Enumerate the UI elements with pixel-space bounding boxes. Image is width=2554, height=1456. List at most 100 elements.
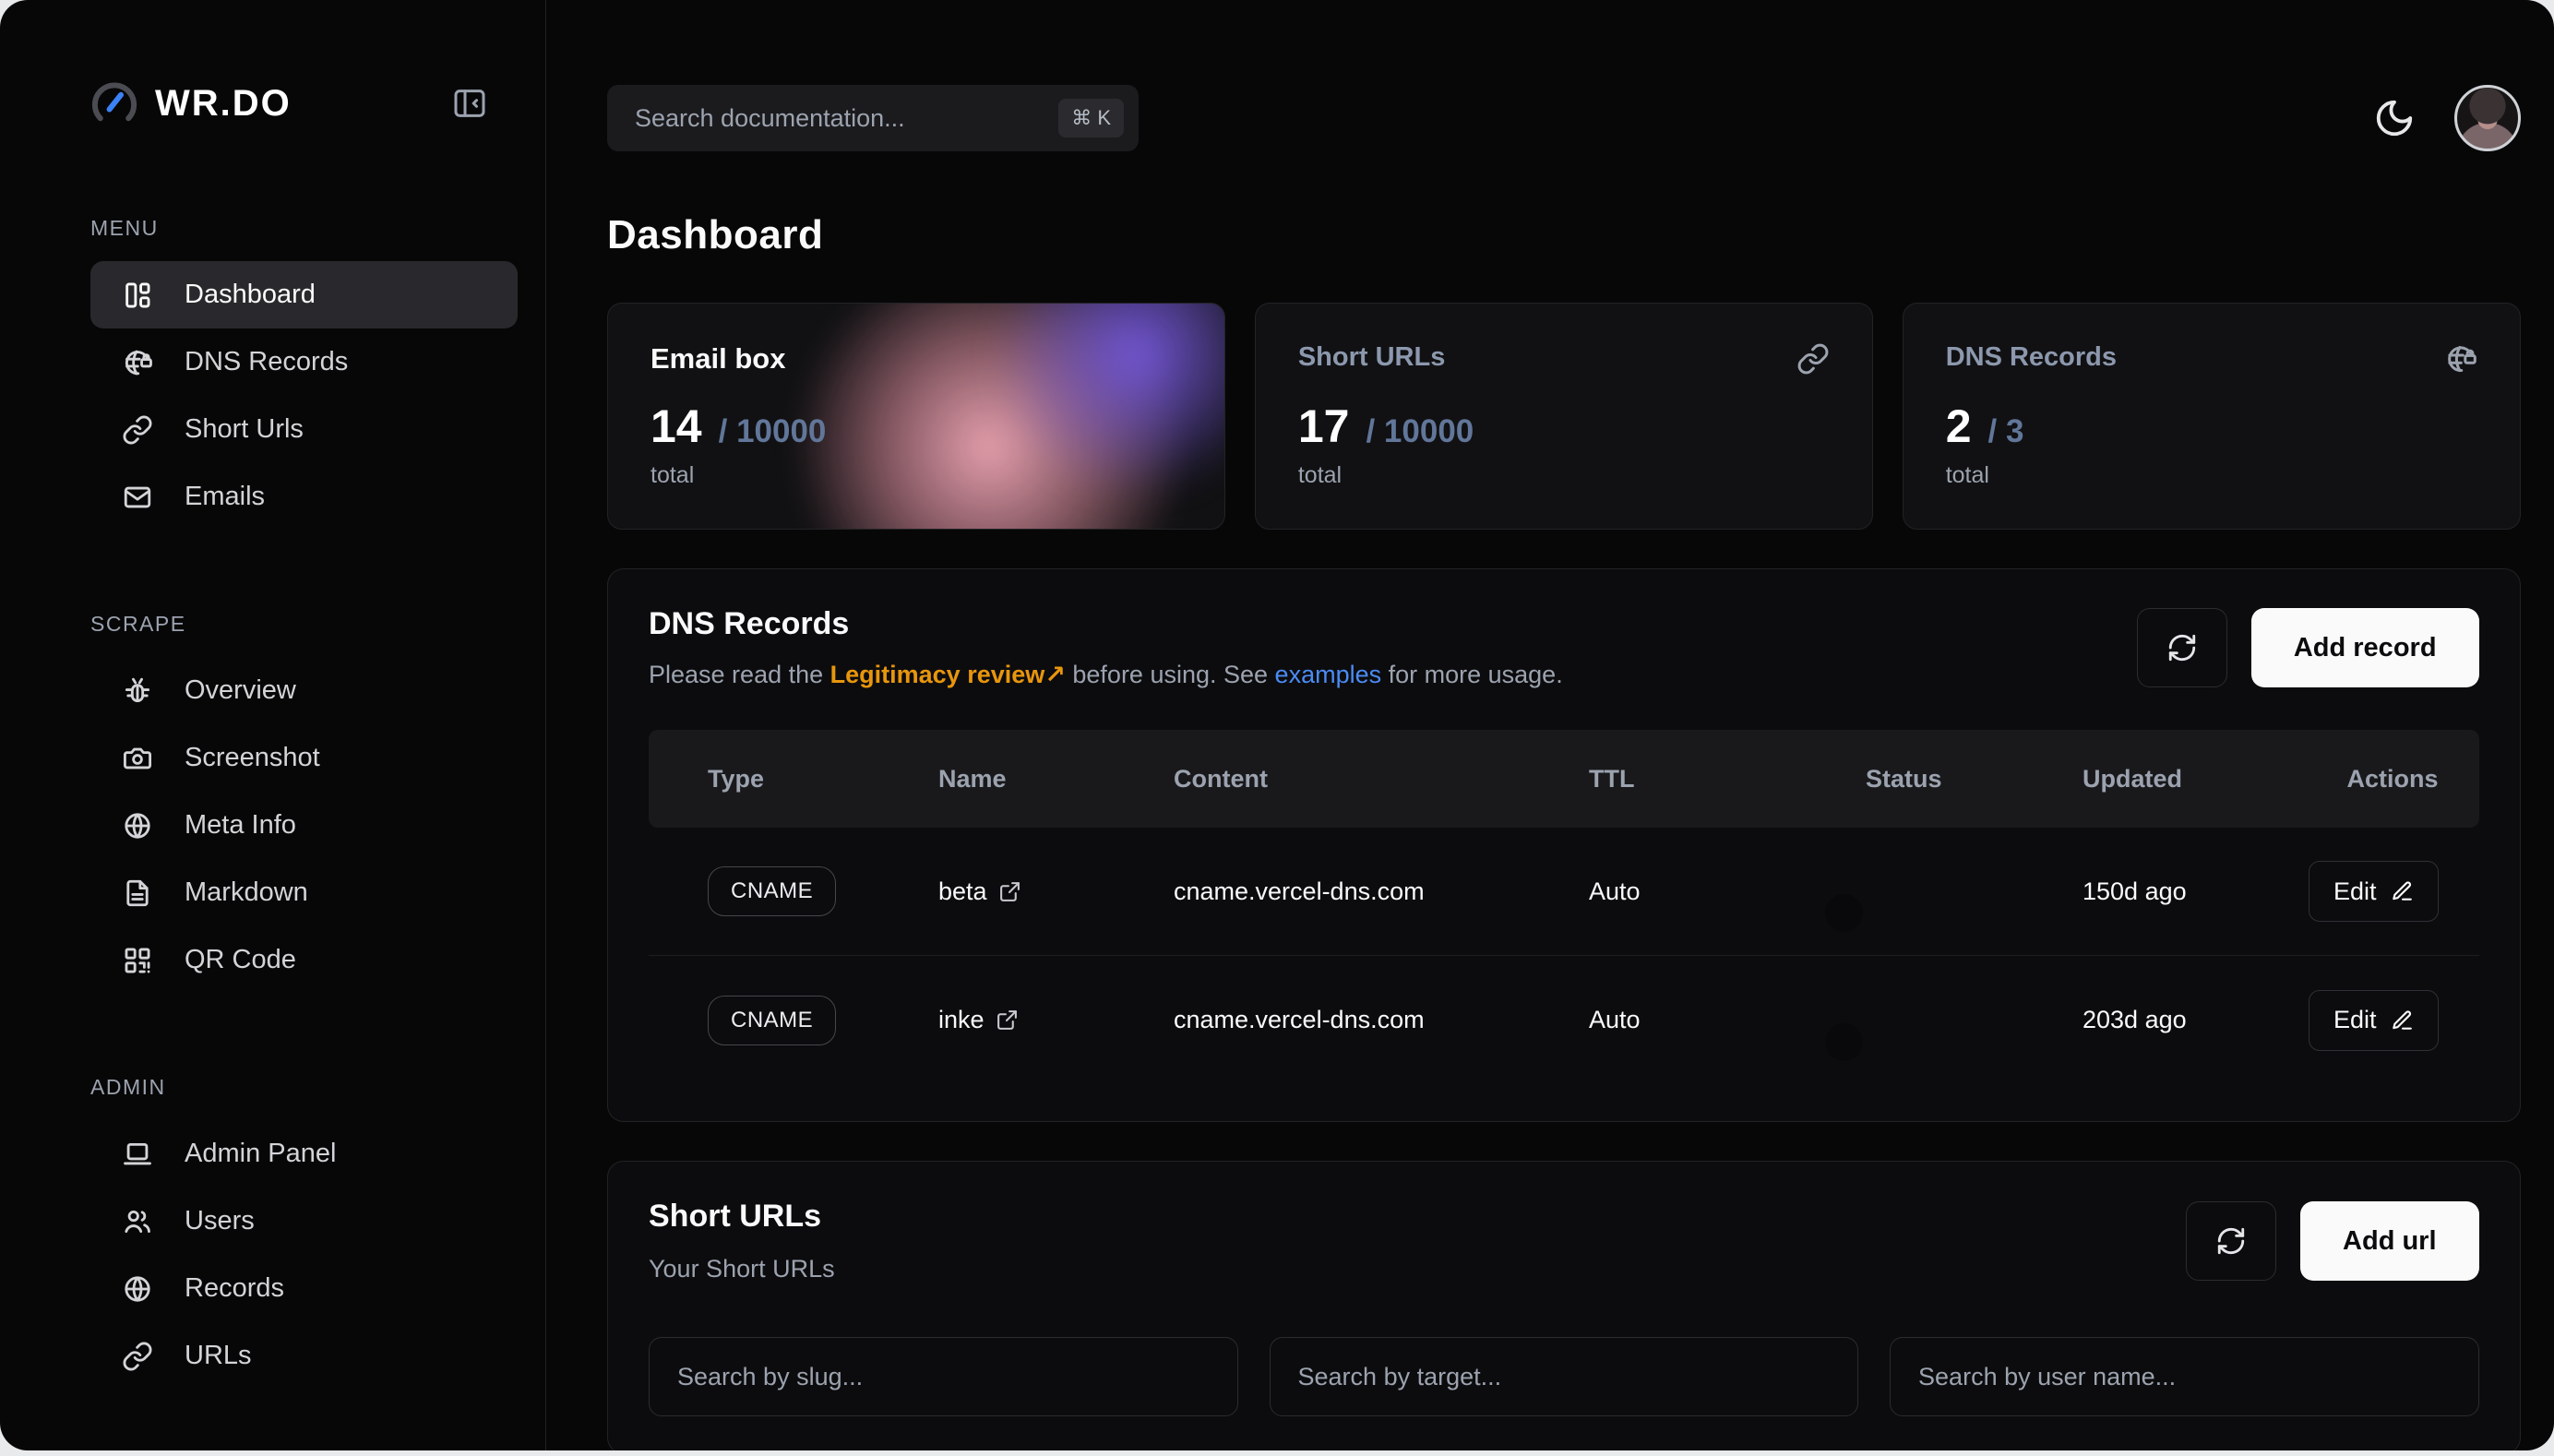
edit-record-button[interactable]: Edit xyxy=(2309,990,2439,1051)
laptop-icon xyxy=(122,1139,153,1170)
section-label: ADMIN xyxy=(90,1075,518,1100)
section-label: SCRAPE xyxy=(90,612,518,637)
stat-value: 14 xyxy=(650,400,702,453)
sidebar-item-label: Meta Info xyxy=(185,810,296,841)
doc-search-input[interactable] xyxy=(635,104,1058,133)
sidebar-item-short-urls[interactable]: Short Urls xyxy=(90,396,518,463)
stat-card-title: DNS Records xyxy=(1946,342,2117,373)
search-by-user-name-input[interactable] xyxy=(1890,1337,2479,1416)
pencil-icon xyxy=(2390,879,2414,903)
record-content: cname.vercel-dns.com xyxy=(1174,877,1589,906)
sidebar: WR.DO MENU Dashboard DNS Records Short U… xyxy=(0,0,546,1450)
dns-table-header: Type Name Content TTL Status Updated Act… xyxy=(649,730,2479,828)
stat-caption: total xyxy=(1298,462,1830,489)
sidebar-item-markdown[interactable]: Markdown xyxy=(90,859,518,926)
edit-record-button[interactable]: Edit xyxy=(2309,861,2439,922)
search-shortcut-badge: ⌘ K xyxy=(1058,99,1124,137)
table-row: CNAME inke cname.vercel-dns.com Auto 203… xyxy=(649,956,2479,1084)
column-header: Status xyxy=(1866,765,2083,794)
sidebar-item-meta-info[interactable]: Meta Info xyxy=(90,792,518,859)
stat-card-title: Short URLs xyxy=(1298,342,1446,373)
sidebar-section-admin: ADMIN Admin Panel Users Records URLs xyxy=(90,1075,518,1390)
sidebar-item-admin-panel[interactable]: Admin Panel xyxy=(90,1120,518,1187)
legitimacy-review-link[interactable]: Legitimacy review xyxy=(830,661,1045,688)
short-urls-title: Short URLs xyxy=(649,1199,835,1235)
refresh-icon xyxy=(2215,1225,2247,1257)
record-name-link[interactable]: beta xyxy=(938,877,1174,906)
stats-cards: Email box 14 / 10000 total Short URLs 17 xyxy=(607,303,2521,530)
column-header: Updated xyxy=(2083,765,2309,794)
sidebar-item-overview[interactable]: Overview xyxy=(90,657,518,724)
stat-denominator: / 3 xyxy=(1988,413,2024,450)
sidebar-item-users[interactable]: Users xyxy=(90,1187,518,1255)
sidebar-item-emails[interactable]: Emails xyxy=(90,463,518,531)
add-url-button[interactable]: Add url xyxy=(2300,1201,2479,1281)
add-record-button[interactable]: Add record xyxy=(2251,608,2479,687)
sidebar-item-label: Short Urls xyxy=(185,414,304,445)
topbar: ⌘ K xyxy=(607,85,2521,151)
stat-card-dns-records: DNS Records 2 / 3 total xyxy=(1903,303,2521,530)
brand-name: WR.DO xyxy=(155,83,292,125)
toggle-knob xyxy=(1825,1023,1863,1061)
column-header: TTL xyxy=(1589,765,1866,794)
sidebar-item-label: Overview xyxy=(185,675,296,706)
search-by-target-input[interactable] xyxy=(1270,1337,1859,1416)
link-icon xyxy=(122,1341,153,1372)
sidebar-item-label: Emails xyxy=(185,482,265,512)
link-icon xyxy=(122,414,153,446)
record-name: beta xyxy=(938,877,987,906)
desc-text: before using. See xyxy=(1066,661,1275,688)
record-name-link[interactable]: inke xyxy=(938,1006,1174,1034)
sidebar-item-label: Users xyxy=(185,1206,255,1236)
record-type-badge: CNAME xyxy=(708,996,836,1045)
column-header: Content xyxy=(1174,765,1589,794)
record-ttl: Auto xyxy=(1589,1006,1866,1034)
sidebar-collapse-icon[interactable] xyxy=(451,85,488,122)
sidebar-header: WR.DO xyxy=(90,79,518,127)
record-updated: 150d ago xyxy=(2083,877,2309,906)
file-text-icon xyxy=(122,877,153,909)
pencil-icon xyxy=(2390,1008,2414,1032)
table-row: CNAME beta cname.vercel-dns.com Auto 150… xyxy=(649,828,2479,956)
sidebar-item-qr-code[interactable]: QR Code xyxy=(90,926,518,994)
search-by-slug-input[interactable] xyxy=(649,1337,1238,1416)
user-avatar[interactable] xyxy=(2454,85,2521,151)
dns-panel-description: Please read the Legitimacy review↗ befor… xyxy=(649,661,1563,689)
edit-label: Edit xyxy=(2333,1006,2377,1034)
bug-icon xyxy=(122,675,153,707)
dns-table: Type Name Content TTL Status Updated Act… xyxy=(649,730,2479,1084)
sidebar-item-urls[interactable]: URLs xyxy=(90,1322,518,1390)
sidebar-section-menu: MENU Dashboard DNS Records Short Urls Em… xyxy=(90,216,518,531)
globe-lock-icon xyxy=(2444,342,2477,376)
sidebar-item-label: QR Code xyxy=(185,945,296,975)
desc-text: for more usage. xyxy=(1381,661,1563,688)
globe-icon xyxy=(122,1273,153,1305)
sidebar-item-screenshot[interactable]: Screenshot xyxy=(90,724,518,792)
external-link-icon xyxy=(998,880,1021,903)
dns-records-panel: DNS Records Please read the Legitimacy r… xyxy=(607,568,2521,1122)
stat-card-title: Email box xyxy=(650,342,785,376)
mail-icon xyxy=(122,482,153,513)
sidebar-item-label: DNS Records xyxy=(185,347,348,377)
sidebar-item-label: Records xyxy=(185,1273,284,1304)
sidebar-item-label: Screenshot xyxy=(185,743,320,773)
stat-caption: total xyxy=(1946,462,2477,489)
sidebar-item-records[interactable]: Records xyxy=(90,1255,518,1322)
globe-icon xyxy=(122,810,153,841)
record-updated: 203d ago xyxy=(2083,1006,2309,1034)
examples-link[interactable]: examples xyxy=(1275,661,1382,688)
refresh-button[interactable] xyxy=(2137,608,2227,687)
users-icon xyxy=(122,1206,153,1237)
sidebar-item-dashboard[interactable]: Dashboard xyxy=(90,261,518,328)
edit-label: Edit xyxy=(2333,877,2377,906)
refresh-icon xyxy=(2166,632,2198,663)
sidebar-item-dns-records[interactable]: DNS Records xyxy=(90,328,518,396)
theme-toggle-moon-icon[interactable] xyxy=(2373,97,2416,139)
stat-card-short-urls: Short URLs 17 / 10000 total xyxy=(1255,303,1873,530)
globe-lock-icon xyxy=(122,347,153,378)
dns-panel-title: DNS Records xyxy=(649,606,1563,642)
stat-denominator: / 10000 xyxy=(1366,413,1474,450)
short-urls-panel: Short URLs Your Short URLs Add url xyxy=(607,1161,2521,1450)
external-link-icon xyxy=(996,1008,1019,1032)
refresh-button[interactable] xyxy=(2186,1201,2276,1281)
